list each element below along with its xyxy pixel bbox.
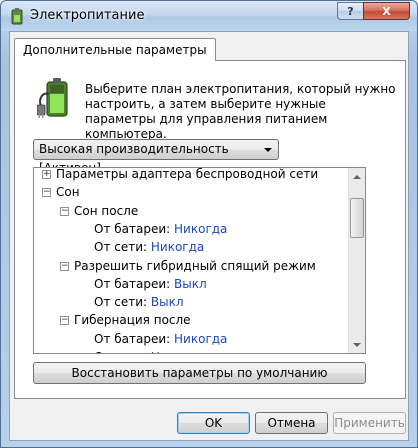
settings-tree[interactable]: + Параметры адаптера беспроводной сети − Со… — [33, 167, 366, 354]
tree-item-hibernate-ac[interactable]: От сети: Никогда — [34, 348, 348, 353]
power-plan-dropdown[interactable]: Высокая производительность [Активен] — [33, 139, 279, 175]
tree-item-sleep-after[interactable]: − Сон после — [34, 202, 348, 220]
restore-defaults-button[interactable]: Восстановить параметры по умолчанию — [33, 362, 366, 384]
chevron-down-icon — [264, 148, 272, 152]
help-button[interactable]: ? — [337, 2, 364, 20]
tree-item-label: Гибернация после — [74, 311, 191, 329]
tree-item-hybrid-sleep-battery[interactable]: От батареи: Выкл — [34, 275, 348, 293]
tree-item-label: Сон — [56, 183, 80, 201]
description-text: Выберите план электропитания, который ну… — [85, 82, 396, 141]
tree-item-label: Сон после — [74, 202, 138, 220]
tree-item-label: От сети: Выкл — [94, 293, 184, 311]
tree-item-text: От батареи: — [94, 221, 171, 236]
power-options-window: Электропитание ? X Дополнительные параме… — [0, 0, 418, 448]
tree-item-sleep-after-battery[interactable]: От батареи: Никогда — [34, 220, 348, 238]
close-button[interactable]: X — [363, 2, 410, 20]
scroll-up-icon — [353, 174, 361, 179]
scroll-down-button[interactable] — [349, 336, 365, 353]
restore-defaults-label: Восстановить параметры по умолчанию — [71, 366, 328, 380]
cancel-button[interactable]: Отмена — [255, 412, 328, 434]
tree-item-text: От батареи: — [94, 331, 171, 346]
expand-icon[interactable]: + — [42, 170, 51, 179]
scroll-up-button[interactable] — [349, 168, 365, 185]
collapse-icon[interactable]: − — [60, 261, 69, 271]
tree-item-label: От батареи: Никогда — [94, 220, 227, 238]
ok-button[interactable]: OK — [177, 412, 250, 434]
tree-item-sleep[interactable]: − Сон — [34, 183, 348, 201]
tree-item-value-link[interactable]: Выкл — [174, 277, 207, 291]
tree-item-sleep-after-ac[interactable]: От сети: Никогда — [34, 238, 348, 256]
tree-item-label: Параметры адаптера беспроводной сети — [56, 167, 319, 183]
tree-item-label: От сети: Никогда — [94, 348, 204, 353]
tree-item-label: Разрешить гибридный спящий режим — [74, 257, 316, 275]
tree-item-value-link[interactable]: Выкл — [151, 295, 184, 309]
tab-advanced-settings[interactable]: Дополнительные параметры — [14, 38, 216, 61]
collapse-icon[interactable]: − — [60, 206, 69, 216]
tree-item-hibernate-after[interactable]: − Гибернация после — [34, 311, 348, 329]
tree-scrollbar[interactable] — [348, 168, 365, 353]
tree-item-label: От сети: Никогда — [94, 238, 204, 256]
tree-item-hybrid-sleep-ac[interactable]: От сети: Выкл — [34, 293, 348, 311]
power-options-icon — [11, 8, 23, 25]
tab-panel: Выберите план электропитания, который ну… — [14, 60, 406, 399]
tree-item-text: Сон после — [74, 203, 139, 218]
tree-item-label: От батареи: Никогда — [94, 330, 227, 348]
tree-item-wireless-adapter[interactable]: + Параметры адаптера беспроводной сети — [34, 167, 348, 183]
tree-item-value-link[interactable]: Никогда — [174, 332, 227, 346]
scroll-down-icon — [353, 342, 361, 347]
collapse-icon[interactable]: − — [60, 316, 69, 326]
battery-plug-icon — [37, 78, 68, 118]
tree-item-text: Разрешить гибридный спящий режим — [74, 258, 316, 273]
tree-item-text: От батареи: — [94, 276, 171, 291]
tree-item-text: Сон — [56, 185, 80, 200]
scroll-thumb[interactable] — [350, 198, 364, 238]
tree-item-text: От сети: — [94, 240, 148, 255]
tree-item-hybrid-sleep[interactable]: − Разрешить гибридный спящий режим — [34, 257, 348, 275]
collapse-icon[interactable]: − — [42, 188, 51, 198]
title-bar[interactable]: Электропитание ? X — [1, 1, 417, 31]
tree-item-text: Параметры адаптера беспроводной сети — [56, 167, 319, 181]
help-button-label: ? — [347, 4, 354, 18]
dialog-client-area: Дополнительные параметры Выберите план э… — [9, 31, 409, 441]
tree-item-value-link[interactable]: Никогда — [151, 240, 204, 254]
tree-item-text: От сети: — [94, 295, 148, 310]
apply-button[interactable]: Применить — [333, 412, 406, 434]
close-button-label: X — [382, 4, 391, 18]
window-title: Электропитание — [30, 8, 145, 23]
tree-item-text: От сети: — [94, 350, 147, 353]
tree-item-text: Гибернация после — [74, 313, 191, 328]
tree-item-label: От батареи: Выкл — [94, 275, 207, 293]
tree-item-hibernate-battery[interactable]: От батареи: Никогда — [34, 330, 348, 348]
tree-item-value-link[interactable]: Никогда — [174, 222, 227, 236]
tree-item-value-link[interactable]: Никогда — [151, 350, 204, 353]
